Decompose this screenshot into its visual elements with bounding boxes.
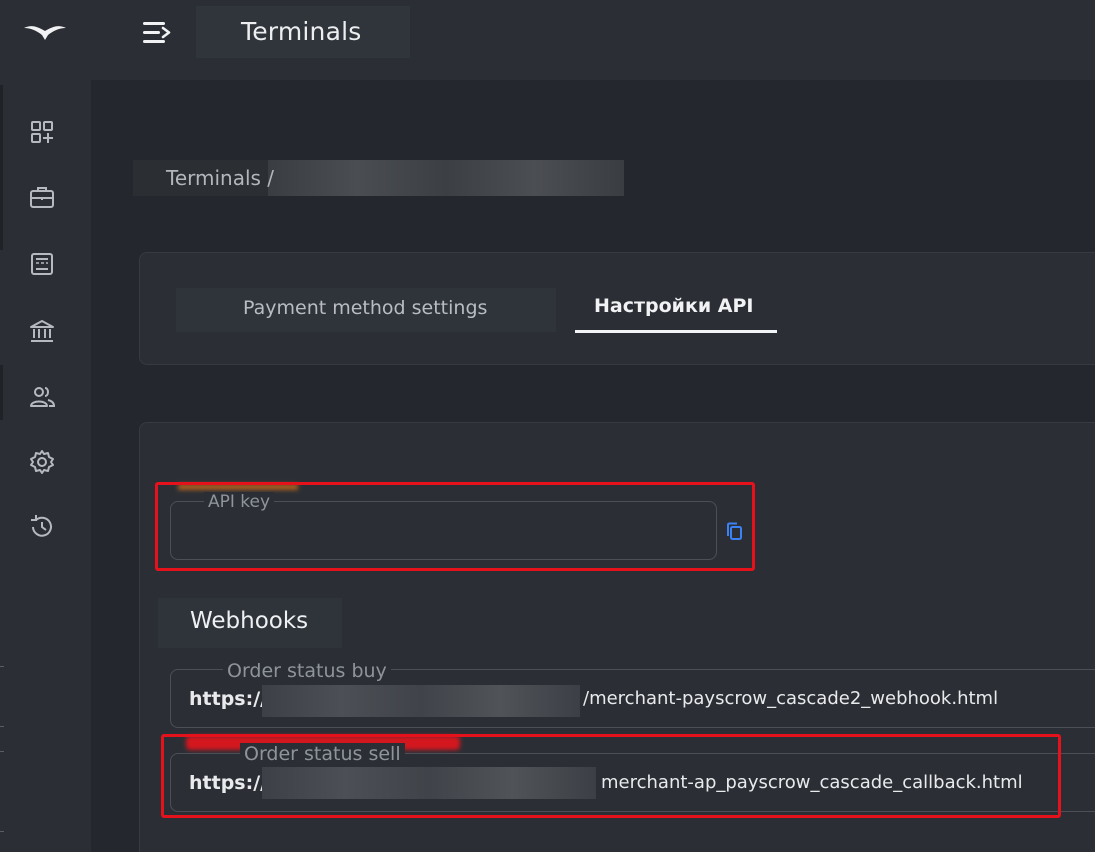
tab-payment-method-settings[interactable]: Payment method settings [243, 297, 487, 319]
sidebar-item-briefcase[interactable] [26, 181, 58, 213]
users-icon [30, 387, 56, 407]
breadcrumb-redacted-terminal-name [268, 160, 624, 196]
redacted-domain-buy [262, 685, 580, 717]
sidebar-item-history[interactable] [26, 511, 58, 543]
sidebar-item-dashboard[interactable] [26, 116, 58, 148]
order-status-buy-path: /merchant-payscrow_cascade2_webhook.html [583, 688, 999, 709]
breadcrumb-root-link[interactable]: Terminals / [166, 166, 274, 190]
order-status-buy-prefix: https:// [189, 688, 268, 710]
redacted-domain-sell [262, 767, 596, 799]
tab-api-settings[interactable]: Настройки API [594, 295, 754, 317]
dashboard-grid-icon [31, 121, 53, 143]
sidebar-item-bank[interactable] [26, 315, 58, 347]
order-status-sell-prefix: https:// [189, 772, 268, 794]
sidebar-active-marker [0, 365, 3, 420]
sidebar-divider [0, 831, 4, 832]
webhooks-heading: Webhooks [190, 608, 309, 634]
page-title: Terminals [241, 17, 362, 46]
top-bar: Terminals [0, 0, 1095, 80]
menu-toggle-icon[interactable] [140, 18, 174, 48]
api-key-label: API key [204, 492, 275, 512]
sidebar-divider [0, 751, 4, 752]
sidebar-item-terminal[interactable] [26, 248, 58, 280]
sidebar-divider [0, 726, 4, 727]
order-status-sell-label: Order status sell [240, 743, 405, 765]
bird-logo-icon[interactable] [22, 20, 68, 42]
order-status-sell-path: merchant-ap_payscrow_cascade_callback.ht… [601, 772, 1023, 793]
gear-icon [30, 450, 54, 474]
bank-icon [30, 320, 54, 342]
active-tab-indicator [575, 330, 777, 333]
sidebar-item-settings[interactable] [26, 446, 58, 478]
order-status-buy-label: Order status buy [223, 660, 391, 682]
annotation-smear [178, 484, 298, 490]
sidebar [0, 80, 91, 852]
briefcase-icon [30, 187, 54, 208]
sidebar-active-marker [0, 85, 3, 250]
sidebar-item-users[interactable] [26, 381, 58, 413]
copy-icon[interactable] [724, 521, 744, 543]
terminal-window-icon [31, 253, 53, 275]
history-icon [31, 515, 52, 537]
sidebar-divider [0, 666, 4, 667]
